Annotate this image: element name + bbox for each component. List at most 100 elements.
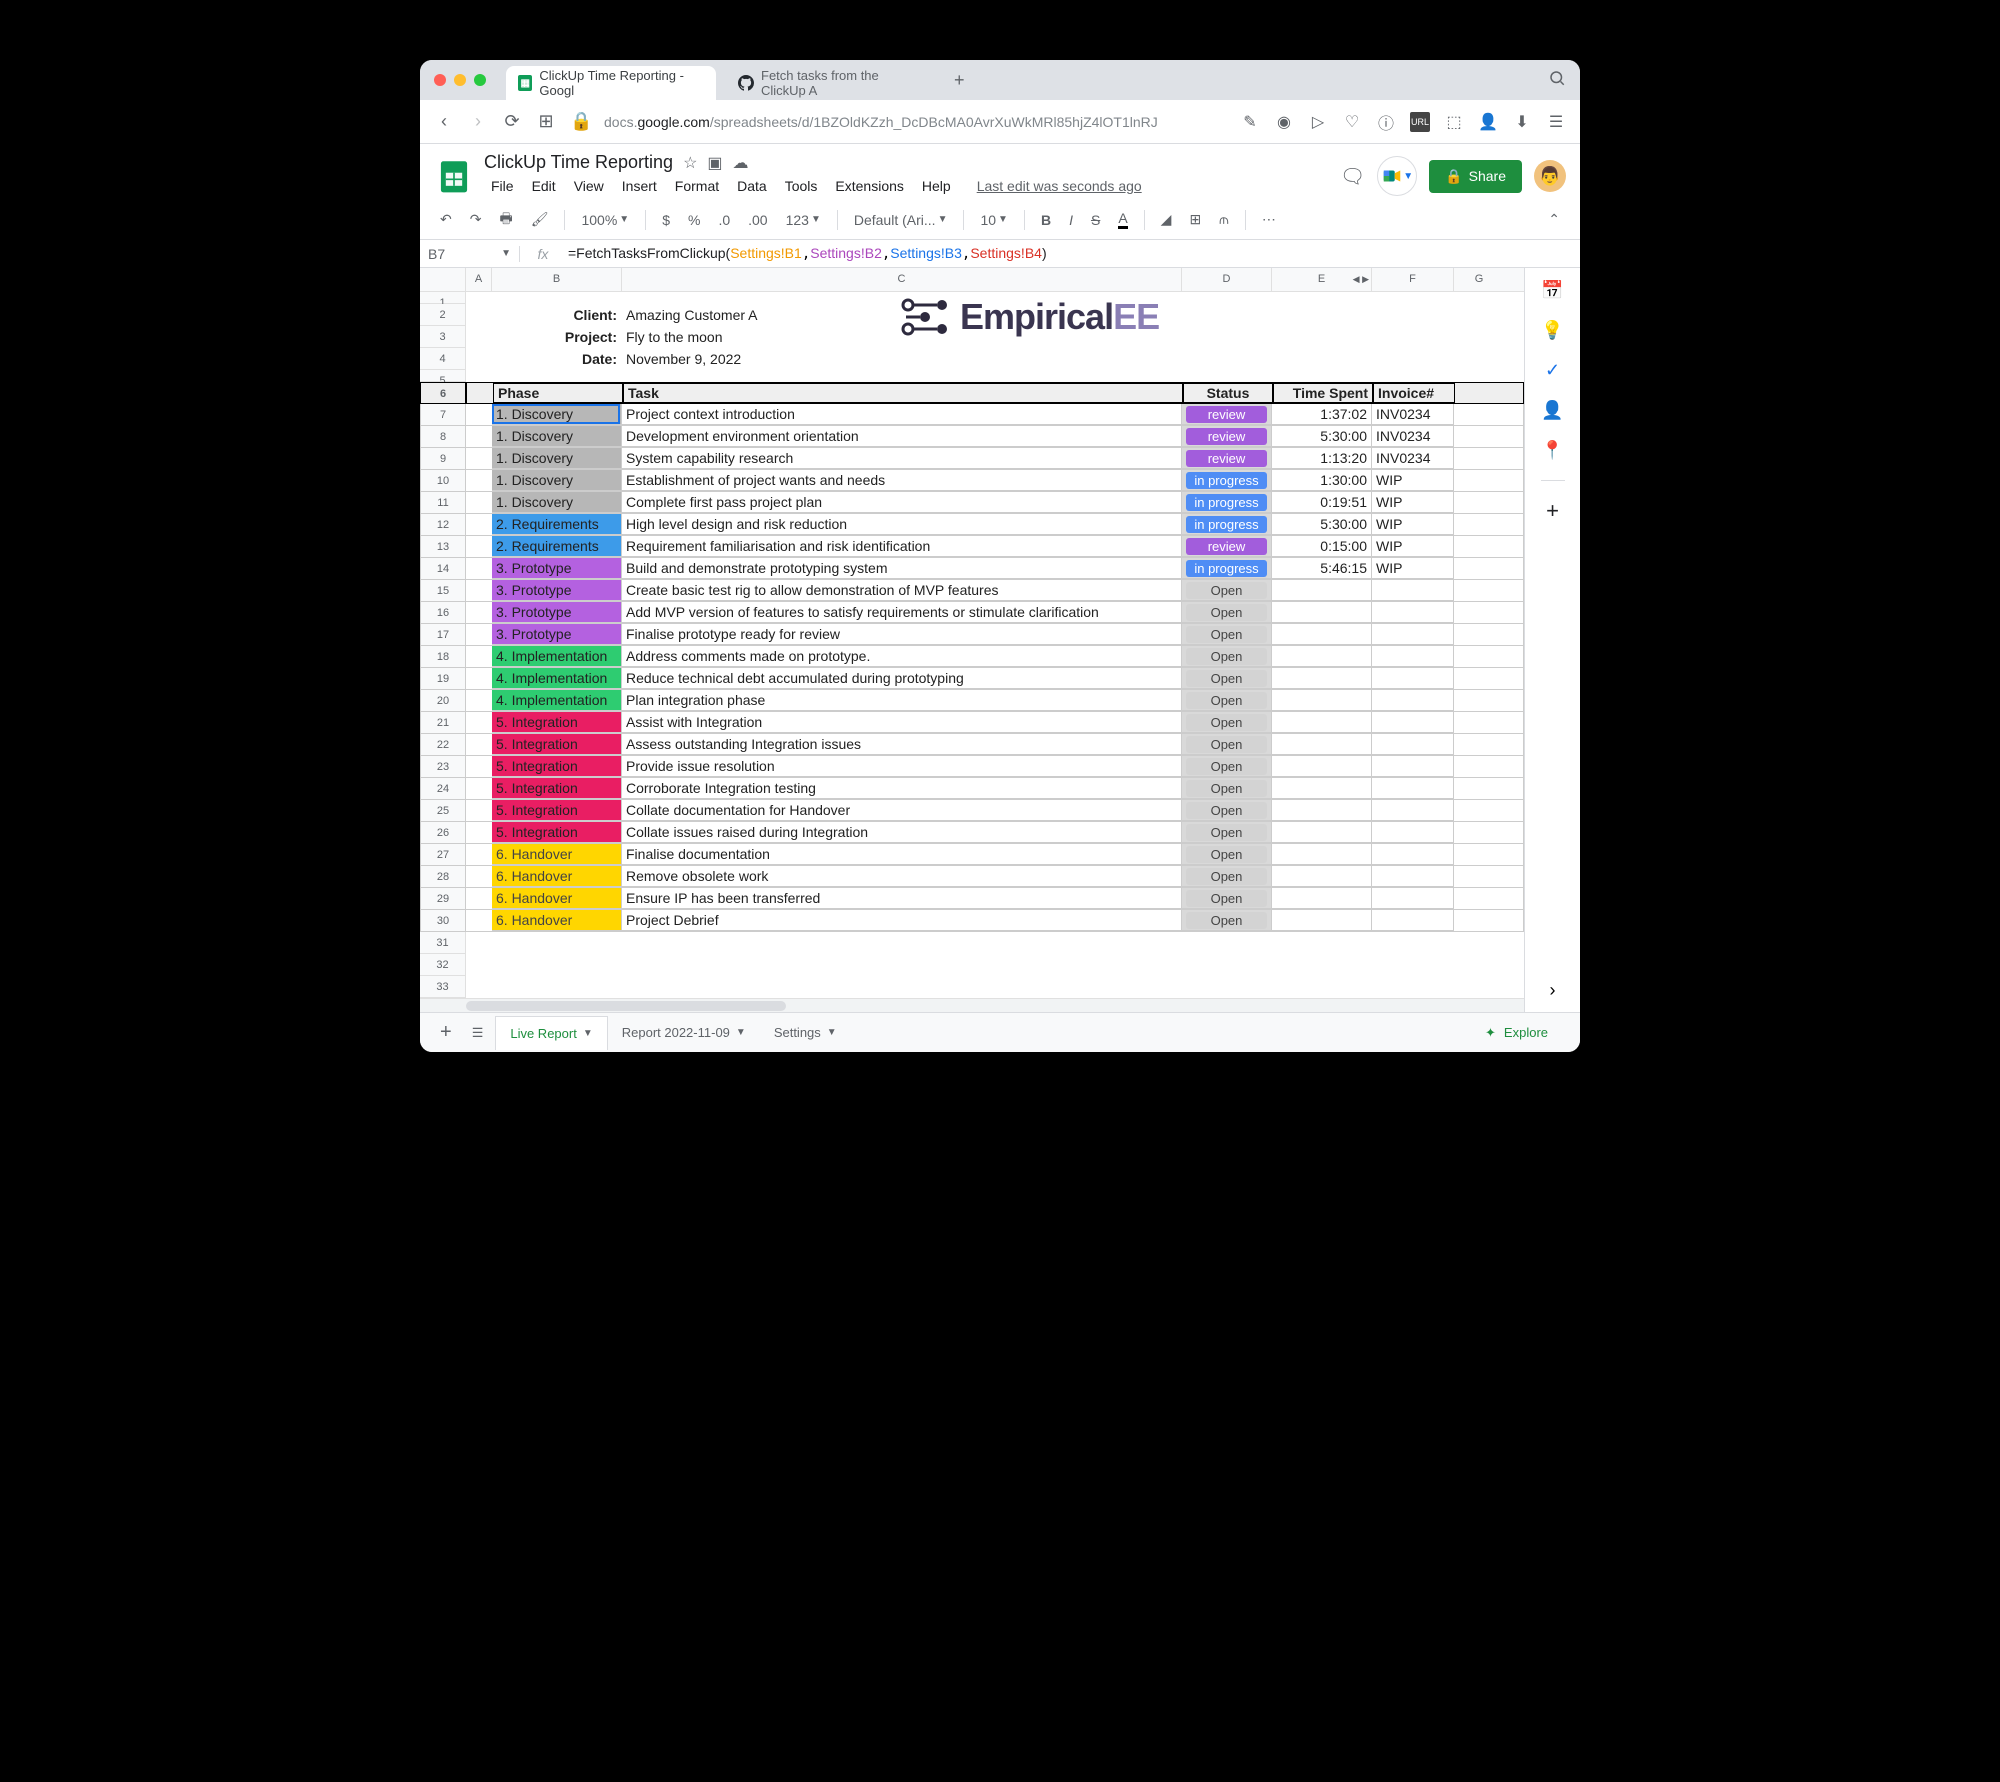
col-header[interactable]: A (466, 268, 492, 291)
formula-input[interactable]: =FetchTasksFromClickup(Settings!B1,Setti… (566, 245, 1580, 262)
back-button[interactable]: ‹ (434, 111, 454, 132)
last-edit[interactable]: Last edit was seconds ago (970, 175, 1149, 197)
explore-button[interactable]: ✦ Explore (1485, 1025, 1568, 1041)
menu-view[interactable]: View (567, 175, 611, 197)
menu-insert[interactable]: Insert (615, 175, 664, 197)
row-header[interactable]: 31 (420, 932, 466, 954)
row-header[interactable]: 19 (420, 668, 466, 690)
new-tab-button[interactable]: + (946, 70, 973, 91)
text-color-button[interactable]: A (1112, 206, 1133, 233)
col-header[interactable]: G (1454, 268, 1504, 291)
all-sheets-button[interactable]: ☰ (464, 1025, 492, 1041)
col-header[interactable]: E◀ ▶ (1272, 268, 1372, 291)
profile-icon[interactable]: 👤 (1478, 112, 1498, 132)
font-dropdown[interactable]: Default (Ari... ▼ (848, 208, 954, 232)
move-icon[interactable]: ▣ (707, 153, 722, 173)
menu-format[interactable]: Format (668, 175, 726, 197)
row-header[interactable]: 7 (420, 404, 466, 426)
row-header[interactable]: 8 (420, 426, 466, 448)
select-all-cell[interactable] (420, 268, 466, 291)
star-icon[interactable]: ☆ (683, 153, 697, 173)
row-header[interactable]: 21 (420, 712, 466, 734)
tasks-icon[interactable]: ✓ (1543, 360, 1563, 380)
percent-button[interactable]: % (682, 208, 706, 232)
col-header[interactable]: F (1372, 268, 1454, 291)
row-header[interactable]: 27 (420, 844, 466, 866)
contacts-icon[interactable]: 👤 (1543, 400, 1563, 420)
keep-icon[interactable]: 💡 (1543, 320, 1563, 340)
row-header[interactable]: 25 (420, 800, 466, 822)
sheet-tab[interactable]: Live Report ▼ (495, 1016, 607, 1050)
name-box[interactable]: B7▼ (420, 246, 520, 262)
menu-tools[interactable]: Tools (778, 175, 825, 197)
row-header[interactable]: 6 (420, 382, 466, 404)
row-header[interactable]: 5 (420, 370, 466, 382)
row-header[interactable]: 9 (420, 448, 466, 470)
bold-button[interactable]: B (1035, 208, 1057, 232)
row-header[interactable]: 12 (420, 514, 466, 536)
menu-help[interactable]: Help (915, 175, 958, 197)
camera-icon[interactable]: ◉ (1274, 112, 1294, 132)
horizontal-scrollbar[interactable] (420, 998, 1524, 1012)
row-header[interactable]: 22 (420, 734, 466, 756)
font-size-dropdown[interactable]: 10 ▼ (974, 208, 1013, 232)
maps-icon[interactable]: 📍 (1543, 440, 1563, 460)
row-header[interactable]: 28 (420, 866, 466, 888)
reload-button[interactable]: ⟳ (502, 111, 522, 132)
strike-button[interactable]: S (1085, 208, 1106, 232)
maximize-window-icon[interactable] (474, 74, 486, 86)
row-header[interactable]: 1 (420, 292, 466, 304)
menu-file[interactable]: File (484, 175, 521, 197)
add-sheet-button[interactable]: + (432, 1021, 460, 1044)
redo-button[interactable]: ↷ (464, 207, 488, 232)
calendar-icon[interactable]: 📅 (1543, 280, 1563, 300)
close-window-icon[interactable] (434, 74, 446, 86)
menu-edit[interactable]: Edit (525, 175, 563, 197)
ext-icon[interactable]: URL (1410, 112, 1430, 132)
meet-button[interactable]: ▼ (1377, 156, 1417, 196)
zoom-dropdown[interactable]: 100% ▼ (575, 208, 635, 232)
row-header[interactable]: 20 (420, 690, 466, 712)
row-header[interactable]: 26 (420, 822, 466, 844)
row-header[interactable]: 15 (420, 580, 466, 602)
row-header[interactable]: 17 (420, 624, 466, 646)
col-header[interactable]: B (492, 268, 622, 291)
comment-history-icon[interactable]: 🗨 (1340, 164, 1365, 189)
heart-icon[interactable]: ♡ (1342, 112, 1362, 132)
row-header[interactable]: 10 (420, 470, 466, 492)
row-header[interactable]: 13 (420, 536, 466, 558)
decrease-decimal-button[interactable]: .0 (712, 208, 736, 232)
download-icon[interactable]: ⬇ (1512, 112, 1532, 132)
sheets-logo-icon[interactable] (434, 152, 474, 200)
add-addon-icon[interactable]: + (1543, 501, 1563, 521)
browser-tab-2[interactable]: Fetch tasks from the ClickUp A (726, 66, 936, 100)
row-header[interactable]: 18 (420, 646, 466, 668)
undo-button[interactable]: ↶ (434, 207, 458, 232)
increase-decimal-button[interactable]: .00 (742, 208, 773, 232)
row-header[interactable]: 16 (420, 602, 466, 624)
install-icon[interactable]: ✎ (1240, 112, 1260, 132)
menu-data[interactable]: Data (730, 175, 774, 197)
row-header[interactable]: 23 (420, 756, 466, 778)
row-header[interactable]: 24 (420, 778, 466, 800)
row-header[interactable]: 2 (420, 304, 466, 326)
forward-button[interactable]: › (468, 111, 488, 132)
share-button[interactable]: 🔒 Share (1429, 160, 1522, 193)
row-header[interactable]: 11 (420, 492, 466, 514)
row-header[interactable]: 4 (420, 348, 466, 370)
col-header[interactable]: D (1182, 268, 1272, 291)
row-header[interactable]: 30 (420, 910, 466, 932)
url-input[interactable]: docs.docs.google.comgoogle.com/spreadshe… (604, 114, 1226, 130)
more-toolbar-button[interactable]: ⋯ (1256, 207, 1282, 232)
row-header[interactable]: 29 (420, 888, 466, 910)
row-header[interactable]: 3 (420, 326, 466, 348)
row-header[interactable]: 32 (420, 954, 466, 976)
spreadsheet-grid[interactable]: A B C D E◀ ▶ F G EmpiricalEE 12Client:Am… (420, 268, 1524, 1012)
paint-format-button[interactable]: 🖌 (525, 207, 555, 232)
cube-icon[interactable]: ⬚ (1444, 112, 1464, 132)
collapse-toolbar-button[interactable]: ⌃ (1542, 207, 1566, 232)
row-header[interactable]: 14 (420, 558, 466, 580)
menu-extensions[interactable]: Extensions (828, 175, 910, 197)
row-header[interactable]: 33 (420, 976, 466, 998)
merge-button[interactable]: ⫙ (1213, 207, 1235, 232)
